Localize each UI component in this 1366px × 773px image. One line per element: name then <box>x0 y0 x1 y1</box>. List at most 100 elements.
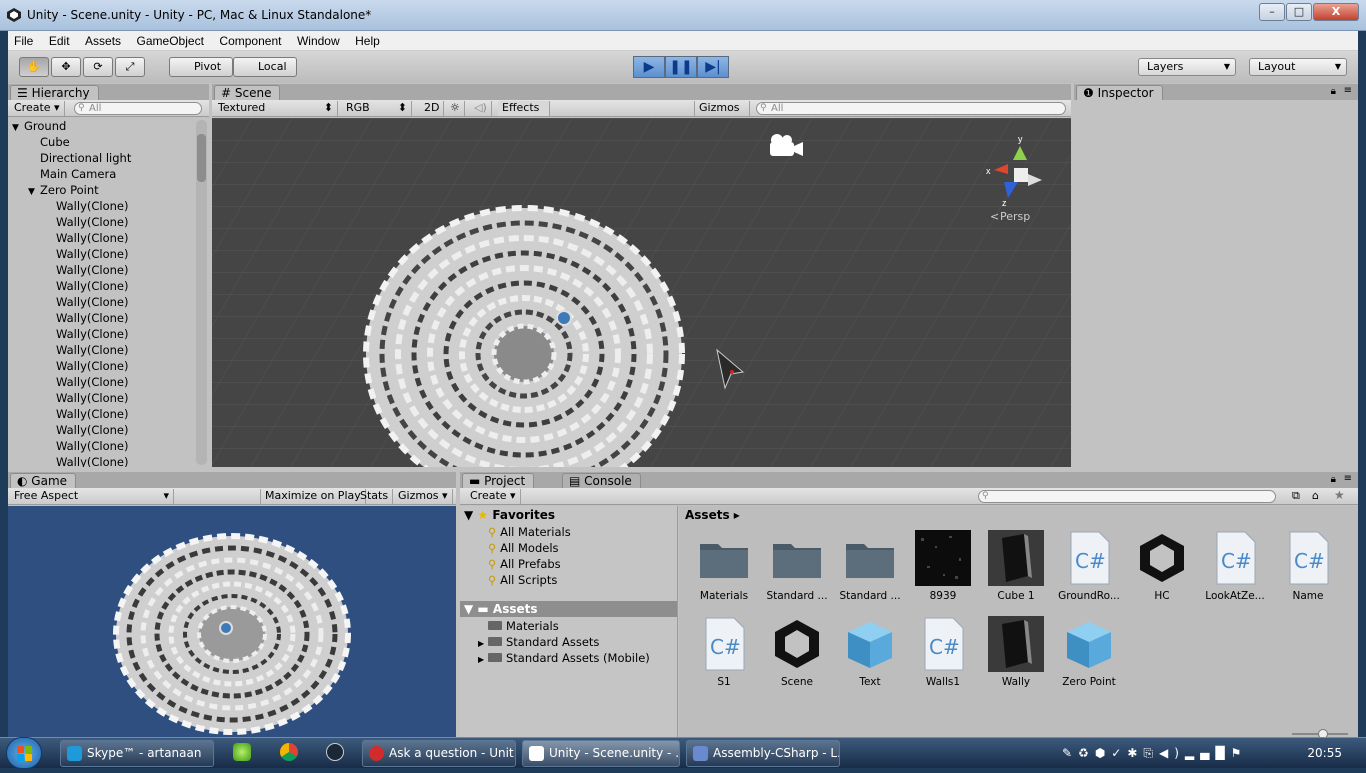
asset-item[interactable]: Standard ... <box>835 530 905 602</box>
hierarchy-item[interactable]: Wally(Clone) <box>8 294 193 310</box>
favorite-item[interactable]: ⚲ All Scripts <box>488 572 571 588</box>
asset-item[interactable]: C# S1 <box>689 616 759 688</box>
scrollbar-thumb[interactable] <box>197 134 206 182</box>
lighting-toggle[interactable]: ☼ <box>446 101 465 116</box>
pinned-app-icon[interactable] <box>233 743 251 761</box>
taskbar-skype[interactable]: Skype™ - artanaan <box>60 740 214 767</box>
pause-button[interactable]: ❚❚ <box>665 56 697 78</box>
start-button[interactable] <box>6 737 42 769</box>
game-gizmos-dropdown[interactable]: Gizmos ▾ <box>394 489 453 504</box>
expand-arrow-icon[interactable]: ▼ <box>28 184 40 200</box>
lock-icon[interactable]: 🔒︎ <box>1331 86 1336 97</box>
hierarchy-item[interactable]: Wally(Clone) <box>8 326 193 342</box>
taskbar-unity[interactable]: Unity - Scene.unity - ... <box>522 740 680 767</box>
menu-assets[interactable]: Assets <box>79 31 127 51</box>
filter-label-icon[interactable]: ⌂ <box>1312 489 1319 502</box>
layout-dropdown[interactable]: Layout ▼ <box>1249 58 1347 76</box>
menu-component[interactable]: Component <box>213 31 287 51</box>
mode-2d-toggle[interactable]: 2D <box>420 101 445 116</box>
scale-tool-button[interactable]: ⤢ <box>115 57 145 77</box>
scene-viewport[interactable]: y x z Persp < <box>212 118 1071 467</box>
steam-icon[interactable] <box>326 743 344 761</box>
expand-arrow-icon[interactable]: ▶ <box>478 652 488 668</box>
audio-toggle[interactable]: ◁) <box>470 101 492 116</box>
asset-item[interactable]: C# Name <box>1273 530 1343 602</box>
pivot-toggle-button[interactable]: Pivot <box>169 57 233 77</box>
project-search-input[interactable]: ⚲ <box>978 490 1276 503</box>
shading-dropdown[interactable]: Textured ⬍ <box>214 101 338 116</box>
render-mode-dropdown[interactable]: RGB ⬍ <box>342 101 412 116</box>
hierarchy-item[interactable]: Directional light <box>8 150 193 166</box>
menu-file[interactable]: File <box>8 31 39 51</box>
local-toggle-button[interactable]: Local <box>233 57 297 77</box>
panel-menu-icon[interactable]: ≡ <box>1344 85 1352 96</box>
hierarchy-item[interactable]: Wally(Clone) <box>8 342 193 358</box>
asset-item[interactable]: HC <box>1127 530 1197 602</box>
expand-arrow-icon[interactable]: ▼ <box>12 120 24 136</box>
hierarchy-scrollbar[interactable] <box>196 120 207 465</box>
menu-edit[interactable]: Edit <box>43 31 76 51</box>
asset-item[interactable]: Zero Point <box>1054 616 1124 688</box>
asset-item[interactable]: Text <box>835 616 905 688</box>
hierarchy-item[interactable]: Wally(Clone) <box>8 374 193 390</box>
hierarchy-item[interactable]: Wally(Clone) <box>8 422 193 438</box>
tab-console[interactable]: ▤ Console <box>562 473 641 488</box>
menu-gameobject[interactable]: GameObject <box>131 31 210 51</box>
breadcrumb[interactable]: Assets ▸ <box>685 508 740 522</box>
move-tool-button[interactable]: ✥ <box>51 57 81 77</box>
assets-folder-row[interactable]: ▼ ▬ Assets <box>460 601 677 617</box>
asset-item[interactable]: Cube 1 <box>981 530 1051 602</box>
asset-item[interactable]: C# LookAtZe... <box>1200 530 1270 602</box>
game-viewport[interactable] <box>8 506 456 737</box>
favorite-item[interactable]: ⚲ All Materials <box>488 524 571 540</box>
tab-game[interactable]: ◐ Game <box>10 473 77 488</box>
play-button[interactable]: ▶ <box>633 56 665 78</box>
tab-project[interactable]: ▬ Project <box>462 473 535 488</box>
favorite-item[interactable]: ⚲ All Models <box>488 540 571 556</box>
asset-item[interactable]: C# Walls1 <box>908 616 978 688</box>
folder-item[interactable]: Materials <box>478 618 650 634</box>
stats-toggle[interactable]: Stats <box>356 489 394 504</box>
tab-scene[interactable]: # Scene <box>214 85 281 100</box>
rotate-tool-button[interactable]: ⟳ <box>83 57 113 77</box>
zoom-slider[interactable] <box>1292 729 1348 739</box>
hierarchy-item[interactable]: Wally(Clone) <box>8 438 193 454</box>
hand-tool-button[interactable]: ✋ <box>19 57 49 77</box>
menu-help[interactable]: Help <box>349 31 386 51</box>
menu-window[interactable]: Window <box>291 31 346 51</box>
hierarchy-item[interactable]: Wally(Clone) <box>8 262 193 278</box>
hierarchy-item[interactable]: Wally(Clone) <box>8 310 193 326</box>
hierarchy-item[interactable]: Wally(Clone) <box>8 358 193 374</box>
asset-item[interactable]: Standard ... <box>762 530 832 602</box>
taskbar-monodevelop[interactable]: Assembly-CSharp - L... <box>686 740 840 767</box>
asset-item[interactable]: Wally <box>981 616 1051 688</box>
panel-menu-icon[interactable]: ≡ <box>1344 473 1352 484</box>
hierarchy-item[interactable]: ▼ Zero Point <box>8 182 193 198</box>
chrome-icon[interactable] <box>280 743 298 761</box>
asset-item[interactable]: C# GroundRo... <box>1054 530 1124 602</box>
hierarchy-item[interactable]: Wally(Clone) <box>8 246 193 262</box>
hierarchy-search-input[interactable]: ⚲ All <box>74 102 202 115</box>
hierarchy-item[interactable]: Cube <box>8 134 193 150</box>
minimize-button[interactable]: – <box>1259 3 1285 21</box>
layers-dropdown[interactable]: Layers ▼ <box>1138 58 1236 76</box>
tab-hierarchy[interactable]: ☰ Hierarchy <box>10 85 99 100</box>
effects-dropdown[interactable]: Effects ▾ <box>498 101 550 128</box>
lock-icon[interactable]: 🔒︎ <box>1331 474 1336 485</box>
tab-inspector[interactable]: ❶ Inspector <box>1076 85 1163 100</box>
hierarchy-item[interactable]: Wally(Clone) <box>8 278 193 294</box>
hierarchy-item[interactable]: ▼ Ground <box>8 118 193 134</box>
system-tray-icons[interactable]: ✎♻⬢✓✱⎘◀)▂▄█⚑ <box>1062 746 1247 761</box>
hierarchy-item[interactable]: Wally(Clone) <box>8 214 193 230</box>
aspect-dropdown[interactable]: Free Aspect ▾ <box>10 489 174 504</box>
taskbar-opera[interactable]: Ask a question - Unit... <box>362 740 516 767</box>
taskbar-clock[interactable]: 20:55 <box>1307 746 1342 760</box>
favorite-item[interactable]: ⚲ All Prefabs <box>488 556 571 572</box>
favorites-header[interactable]: ▼ ★ Favorites <box>464 508 555 522</box>
gizmos-dropdown[interactable]: Gizmos ▾ <box>694 101 750 128</box>
maximize-button[interactable]: □ <box>1286 3 1312 21</box>
hierarchy-item[interactable]: Wally(Clone) <box>8 454 193 467</box>
folder-item[interactable]: ▶ Standard Assets (Mobile) <box>478 650 650 666</box>
scene-search-input[interactable]: ⚲ All <box>756 102 1066 115</box>
folder-item[interactable]: ▶ Standard Assets <box>478 634 650 650</box>
